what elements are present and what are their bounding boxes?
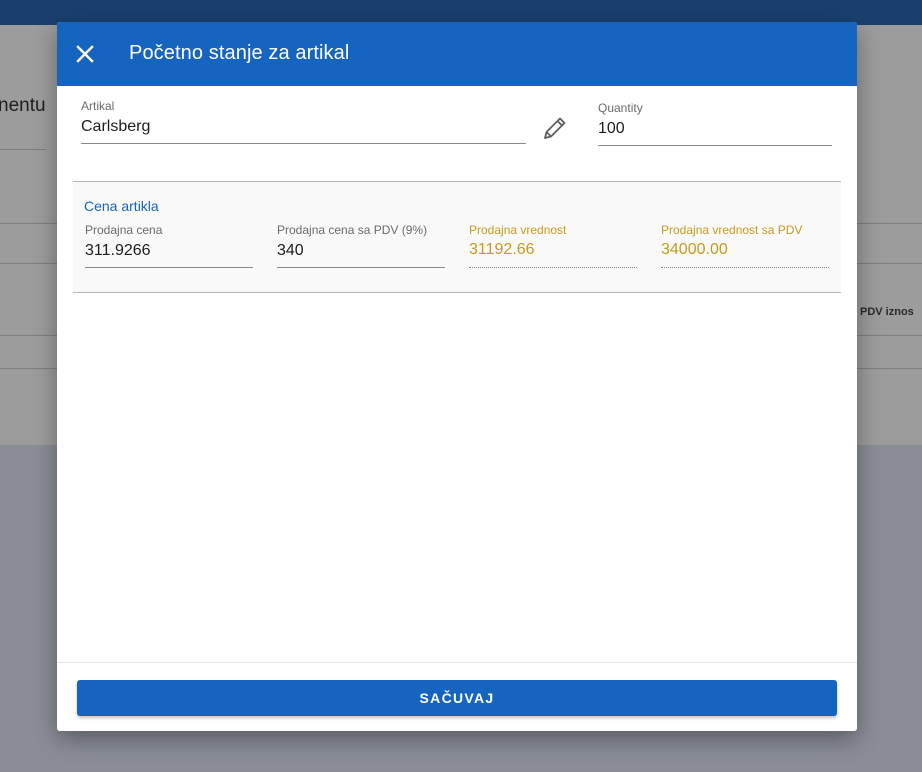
prodajna-vrednost-field: Prodajna vrednost 31192.66 bbox=[469, 223, 637, 268]
prodajna-cena-pdv-underline bbox=[277, 267, 445, 268]
quantity-input[interactable] bbox=[598, 119, 832, 139]
prodajna-cena-pdv-label: Prodajna cena sa PDV (9%) bbox=[277, 223, 428, 237]
prodajna-cena-field[interactable]: Prodajna cena bbox=[85, 223, 253, 268]
prodajna-vrednost-pdv-value: 34000.00 bbox=[661, 241, 728, 258]
save-button[interactable]: SAČUVAJ bbox=[77, 680, 837, 716]
prodajna-vrednost-pdv-label: Prodajna vrednost sa PDV bbox=[661, 223, 803, 237]
prodajna-vrednost-pdv-underline bbox=[661, 267, 829, 268]
prodajna-vrednost-underline bbox=[469, 267, 637, 268]
pencil-icon bbox=[544, 117, 566, 139]
initial-stock-dialog: Početno stanje za artikal Artikal Quanti… bbox=[57, 22, 857, 731]
quantity-underline bbox=[598, 145, 832, 146]
close-button[interactable] bbox=[71, 40, 99, 68]
background-field-underline bbox=[0, 149, 46, 150]
edit-artikal-button[interactable] bbox=[541, 114, 569, 142]
prodajna-cena-label: Prodajna cena bbox=[85, 223, 163, 237]
prodajna-vrednost-label: Prodajna vrednost bbox=[469, 223, 567, 237]
artikal-label: Artikal bbox=[81, 99, 115, 113]
dialog-header: Početno stanje za artikal bbox=[57, 22, 857, 86]
background-column-header: PDV iznos bbox=[860, 306, 914, 318]
prodajna-cena-underline bbox=[85, 267, 253, 268]
prodajna-cena-pdv-field[interactable]: Prodajna cena sa PDV (9%) bbox=[277, 223, 445, 268]
price-section-title: Cena artikla bbox=[84, 198, 159, 214]
quantity-field[interactable]: Quantity bbox=[598, 101, 832, 146]
prodajna-vrednost-pdv-field: Prodajna vrednost sa PDV 34000.00 bbox=[661, 223, 829, 268]
price-section: Cena artikla Prodajna cena Prodajna cena… bbox=[73, 181, 841, 293]
close-icon bbox=[76, 45, 94, 63]
background-page-title: nentu bbox=[0, 95, 46, 116]
dialog-footer: SAČUVAJ bbox=[57, 662, 857, 731]
artikal-underline bbox=[81, 143, 526, 144]
artikal-field[interactable]: Artikal bbox=[81, 99, 526, 144]
prodajna-cena-pdv-input[interactable] bbox=[277, 241, 445, 261]
prodajna-cena-input[interactable] bbox=[85, 241, 253, 261]
artikal-input[interactable] bbox=[81, 117, 526, 137]
prodajna-vrednost-value: 31192.66 bbox=[469, 241, 535, 258]
quantity-label: Quantity bbox=[598, 101, 643, 115]
dialog-title: Početno stanje za artikal bbox=[129, 42, 350, 64]
